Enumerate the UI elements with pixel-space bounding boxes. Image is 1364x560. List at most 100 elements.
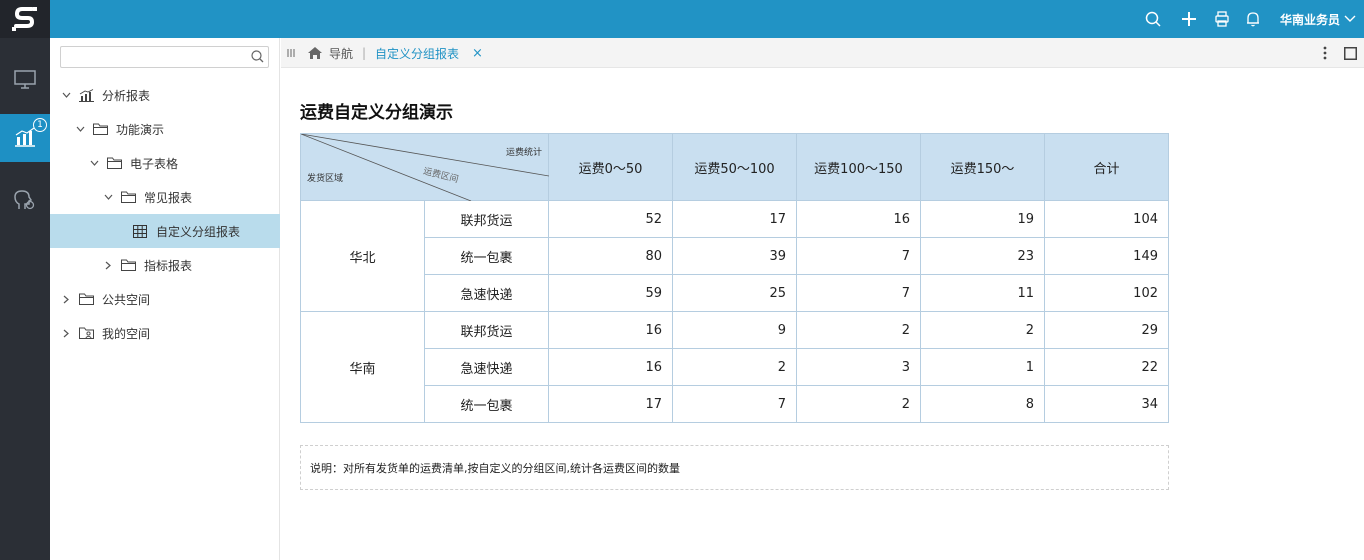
tree-node-label: 电子表格 [130,156,179,171]
tab-custom-group-report[interactable]: 自定义分组报表 [375,38,459,68]
folder-icon [78,292,94,306]
value-cell: 19 [920,200,1045,238]
table-row: 统一包裹 17 7 2 8 34 [301,385,1169,423]
chevron-right-icon[interactable] [60,293,72,305]
corner-bottom-left-label: 发货区域 [307,174,344,184]
value-cell: 8 [920,385,1045,423]
tree-node-label: 指标报表 [144,258,193,273]
value-cell: 80 [548,237,673,275]
value-cell: 1 [920,348,1045,386]
tab-close-icon[interactable]: × [472,38,483,68]
carrier-cell: 急速快递 [424,274,549,312]
monitor-icon [14,69,36,93]
value-cell: 23 [920,237,1045,275]
chevron-down-icon[interactable] [60,89,72,101]
chevron-down-icon[interactable] [74,123,86,135]
tree-node-label: 我的空间 [102,326,151,341]
bell-icon[interactable] [1243,9,1263,29]
value-cell: 25 [672,274,797,312]
print-icon[interactable] [1212,9,1232,29]
value-cell: 59 [548,274,673,312]
tree-node-feature-demo[interactable]: 功能演示 [50,112,280,146]
total-cell: 102 [1044,274,1169,312]
total-cell: 34 [1044,385,1169,423]
tree-search-box[interactable] [60,46,269,68]
folder-icon [120,258,136,272]
value-cell: 2 [672,348,797,386]
bar-chart-icon [78,88,94,102]
value-cell: 7 [796,237,921,275]
value-cell: 16 [796,200,921,238]
tree-node-label: 自定义分组报表 [156,224,241,239]
tab-navigation-label: 导航 [329,46,354,61]
user-menu[interactable]: 华南业务员 [1280,0,1356,38]
resource-tree: 分析报表 功能演示 电子表格 常见报表 自定义分组报表 指标报表 公共空间 我的… [50,38,280,560]
corner-header-cell: 运费统计 运费区间 发货区域 [300,133,549,201]
report-table: 运费统计 运费区间 发货区域 运费0～50 运费50～100 运费100～150… [300,133,1169,423]
add-icon[interactable] [1179,9,1199,29]
notification-badge: 1 [33,118,47,132]
value-cell: 9 [672,311,797,349]
total-cell: 22 [1044,348,1169,386]
column-header: 运费50～100 [672,133,797,201]
value-cell: 16 [548,348,673,386]
chevron-down-icon [1344,12,1356,26]
column-header: 运费150～ [920,133,1045,201]
report-content: 运费自定义分组演示 运费统计 运费区间 发货区域 运费0～50 运费50～100… [281,69,1364,560]
search-icon[interactable] [251,50,264,66]
analytics-chart-icon [14,127,36,150]
brain-gear-icon [13,189,37,214]
table-row: 急速快递 59 25 7 11 102 [301,274,1169,312]
tree-node-common-reports[interactable]: 常见报表 [50,180,280,214]
tree-node-public-space[interactable]: 公共空间 [50,282,280,316]
tree-node-spreadsheet[interactable]: 电子表格 [50,146,280,180]
tab-separator: | [362,46,367,60]
user-folder-icon [78,326,94,340]
tree-node-custom-group-report[interactable]: 自定义分组报表 [50,214,280,248]
rail-item-analysis[interactable]: 1 [0,114,50,162]
report-note: 说明：对所有发货单的运费清单,按自定义的分组区间,统计各运费区间的数量 [300,445,1169,490]
home-icon [307,46,323,60]
tab-bar: 导航 | 自定义分组报表 × [281,38,1364,68]
app-logo[interactable] [0,0,50,38]
tab-label: 自定义分组报表 [375,46,460,61]
chevron-right-icon[interactable] [102,259,114,271]
chevron-down-icon[interactable] [88,157,100,169]
search-icon[interactable] [1143,9,1163,29]
tree-node-label: 分析报表 [102,88,151,103]
table-row: 华北 联邦货运 52 17 16 19 104 [300,200,1169,312]
value-cell: 17 [548,385,673,423]
value-cell: 7 [672,385,797,423]
folder-icon [92,122,108,136]
folder-icon [120,190,136,204]
corner-top-right-label: 运费统计 [505,148,542,158]
folder-icon [106,156,122,170]
icon-rail: 1 [0,0,50,560]
tree-search-input[interactable] [61,47,241,67]
user-name: 华南业务员 [1279,12,1340,27]
rail-item-ai[interactable] [0,177,50,225]
rail-item-monitor[interactable] [0,57,50,105]
more-options-icon[interactable] [1323,38,1327,68]
carrier-cell: 联邦货运 [424,200,549,238]
value-cell: 39 [672,237,797,275]
column-header: 合计 [1044,133,1169,201]
carrier-cell: 联邦货运 [424,311,549,349]
collapse-menu-icon[interactable] [287,38,295,68]
value-cell: 7 [796,274,921,312]
tree-node-my-space[interactable]: 我的空间 [50,316,280,350]
tab-navigation[interactable]: 导航 [307,38,353,68]
tree-node-analysis-reports[interactable]: 分析报表 [50,78,280,112]
total-cell: 29 [1044,311,1169,349]
region-cell: 华北 [300,200,425,312]
top-bar: 华南业务员 [50,0,1364,38]
carrier-cell: 急速快递 [424,348,549,386]
maximize-icon[interactable] [1344,38,1357,68]
carrier-cell: 统一包裹 [424,385,549,423]
tree-node-metric-reports[interactable]: 指标报表 [50,248,280,282]
total-cell: 104 [1044,200,1169,238]
tree-node-label: 公共空间 [102,292,151,307]
chevron-right-icon[interactable] [60,327,72,339]
value-cell: 16 [548,311,673,349]
chevron-down-icon[interactable] [102,191,114,203]
